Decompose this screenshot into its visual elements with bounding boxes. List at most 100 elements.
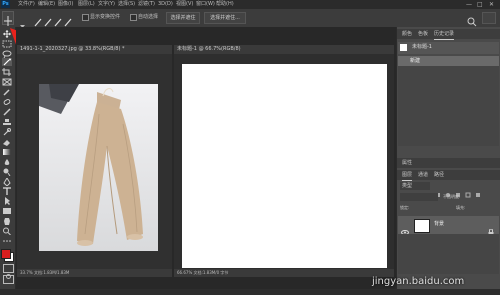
more-tools-button[interactable] xyxy=(2,237,12,245)
mid-panel-header xyxy=(397,158,500,168)
close-window-button[interactable]: ✕ xyxy=(489,0,494,9)
layer-row-background[interactable]: 背景 xyxy=(398,216,499,236)
eraser-icon xyxy=(3,140,10,146)
menu-help[interactable]: 帮助(H) xyxy=(216,0,234,9)
tab-layers[interactable]: 图层 xyxy=(402,170,413,181)
pants-image xyxy=(39,84,158,251)
select-and-mask-more-button[interactable]: 选择并遮住... xyxy=(204,12,246,24)
history-list-area xyxy=(398,66,499,146)
brush-icon xyxy=(3,108,11,116)
ellipsis-icon xyxy=(3,240,11,242)
tab-channels[interactable]: 通道 xyxy=(418,170,428,180)
zoom-icon xyxy=(3,227,11,235)
healing-tool[interactable] xyxy=(2,98,12,106)
tab-paths[interactable]: 路径 xyxy=(434,170,444,180)
zoom-tool[interactable] xyxy=(2,227,12,235)
show-transform-checkbox[interactable] xyxy=(82,14,89,21)
layer-visibility-toggle[interactable] xyxy=(401,221,409,235)
menu-view[interactable]: 视图(V) xyxy=(176,0,193,9)
brush-tool[interactable] xyxy=(2,108,12,116)
blur-tool[interactable] xyxy=(2,158,12,166)
lock-label: 锁定: xyxy=(400,205,410,210)
bottom-bar xyxy=(0,289,500,295)
frame-tool[interactable] xyxy=(2,78,12,86)
options-bar xyxy=(0,9,500,28)
pants-photo[interactable] xyxy=(39,84,158,251)
path-select-tool[interactable] xyxy=(2,197,12,205)
pen-icon xyxy=(3,178,11,186)
type-tool[interactable] xyxy=(2,187,12,195)
menu-type[interactable]: 文字(Y) xyxy=(98,0,115,9)
photoshop-logo: Ps xyxy=(1,0,10,8)
menu-filter[interactable]: 滤镜(T) xyxy=(138,0,155,9)
tool-dropdown-icon[interactable] xyxy=(20,14,25,28)
history-snapshot-row[interactable]: 未标题-1 xyxy=(398,42,499,54)
dodge-icon xyxy=(3,168,11,176)
history-brush-icon xyxy=(3,128,11,136)
eraser-tool[interactable] xyxy=(2,138,12,146)
dodge-tool[interactable] xyxy=(2,168,12,176)
search-icon[interactable] xyxy=(467,12,477,27)
healing-icon xyxy=(3,99,11,105)
snapshot-thumbnail xyxy=(400,44,407,51)
hand-icon xyxy=(4,218,10,225)
brush-tool-group[interactable] xyxy=(33,12,75,27)
document-tab-1[interactable]: 1491-1-1_2020327.jpg @ 33.8%(RGB/8) * xyxy=(17,45,172,54)
document-tab-2[interactable]: 未标题-1 @ 66.7%(RGB/8) xyxy=(174,45,394,54)
document-2-status-bar: 66.67% 文档:1.83M/0 字节 xyxy=(174,269,394,277)
menu-layer[interactable]: 图层(L) xyxy=(78,0,95,9)
history-item-label: 未标题-1 xyxy=(412,44,432,50)
menu-3d[interactable]: 3D(D) xyxy=(158,0,173,9)
menu-edit[interactable]: 编辑(E) xyxy=(38,0,55,9)
layer-kind-filter[interactable]: 类型 xyxy=(400,182,430,190)
layer-name: 背景 xyxy=(434,221,445,227)
gradient-icon xyxy=(3,149,11,155)
quick-mask-button[interactable] xyxy=(3,264,14,279)
history-step-row[interactable]: 新建 xyxy=(398,56,499,66)
layers-panel-tabs xyxy=(397,170,500,180)
lock-icon xyxy=(488,221,494,236)
menu-file[interactable]: 文件(F) xyxy=(18,0,35,9)
blend-mode-select[interactable] xyxy=(400,193,438,201)
eyedropper-icon xyxy=(3,89,10,96)
layer-filter-icons xyxy=(434,183,494,198)
foreground-color-swatch[interactable] xyxy=(1,249,11,259)
gradient-tool[interactable] xyxy=(2,148,12,156)
show-transform-label: 显示变换控件 xyxy=(90,14,121,20)
screen-mode-button[interactable] xyxy=(3,275,14,284)
menu-window[interactable]: 窗口(W) xyxy=(196,0,215,9)
auto-select-label: 自动选择 xyxy=(138,14,159,20)
select-and-mask-button[interactable]: 选择并遮住 xyxy=(166,12,200,24)
menu-image[interactable]: 图像(I) xyxy=(58,0,73,9)
tab-properties[interactable]: 属性 xyxy=(402,158,412,168)
opacity-label: 不透明度: xyxy=(443,194,461,199)
minimize-button[interactable]: — xyxy=(466,0,472,9)
history-actions xyxy=(456,148,496,163)
tab-history[interactable]: 历史记录 xyxy=(434,29,455,40)
blur-icon xyxy=(4,159,10,165)
history-brush-tool[interactable] xyxy=(2,128,12,136)
stamp-tool[interactable] xyxy=(2,118,12,126)
tool-preset-picker[interactable] xyxy=(2,11,14,26)
type-icon xyxy=(3,187,11,195)
tab-color[interactable]: 颜色 xyxy=(402,29,412,39)
fill-label: 填充: xyxy=(456,205,466,210)
menu-select[interactable]: 选择(S) xyxy=(118,0,135,9)
history-step-label: 新建 xyxy=(410,58,421,64)
blank-canvas[interactable] xyxy=(182,64,387,268)
frame-icon xyxy=(2,78,12,86)
maximize-button[interactable]: □ xyxy=(477,0,483,9)
tab-swatches[interactable]: 色板 xyxy=(418,29,428,39)
watermark-text: jingyan.baidu.com xyxy=(372,276,465,287)
menu-bar xyxy=(0,0,500,9)
stamp-icon xyxy=(3,119,11,125)
shape-tool[interactable] xyxy=(2,207,12,215)
hand-tool[interactable] xyxy=(2,217,12,225)
workspace-switcher[interactable] xyxy=(482,12,496,24)
auto-select-checkbox[interactable] xyxy=(130,14,137,21)
layers-list-area xyxy=(398,234,499,274)
path-select-icon xyxy=(5,197,10,205)
eyedropper-tool[interactable] xyxy=(2,88,12,96)
pen-tool[interactable] xyxy=(2,178,12,186)
document-1-status-bar: 33.7% 文档:1.83M/1.83M xyxy=(17,269,172,277)
